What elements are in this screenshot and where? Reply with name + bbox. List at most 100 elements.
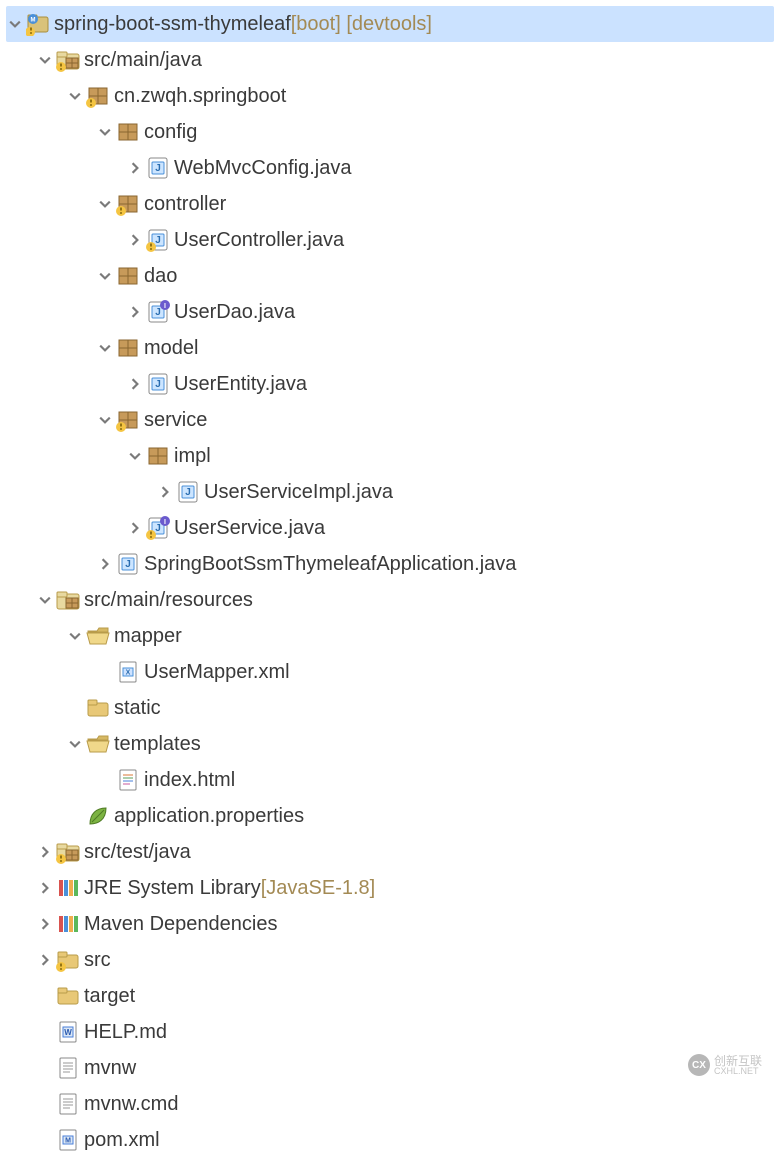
tree-item-folder-target[interactable]: target <box>6 978 774 1014</box>
java-icon: J <box>146 372 170 396</box>
disclosure-arrow-icon[interactable] <box>96 558 114 570</box>
tree-item-label: UserEntity.java <box>174 373 307 396</box>
library-icon <box>56 912 80 936</box>
tree-item-pkg-impl[interactable]: impl <box>6 438 774 474</box>
disclosure-arrow-icon[interactable] <box>126 162 144 174</box>
disclosure-arrow-icon[interactable] <box>6 18 24 30</box>
tree-item-file-webmvc[interactable]: JWebMvcConfig.java <box>6 150 774 186</box>
xml-icon: X <box>116 660 140 684</box>
tree-item-label: controller <box>144 193 226 216</box>
tree-item-label: Maven Dependencies <box>84 913 277 936</box>
disclosure-arrow-icon[interactable] <box>36 846 54 858</box>
tree-item-label: SpringBootSsmThymeleafApplication.java <box>144 553 516 576</box>
java-interface-warn-icon: JI <box>146 516 170 540</box>
tree-item-file-userserviceimpl[interactable]: JUserServiceImpl.java <box>6 474 774 510</box>
disclosure-arrow-icon[interactable] <box>96 414 114 426</box>
tree-item-maven[interactable]: Maven Dependencies <box>6 906 774 942</box>
tree-item-file-mvnw[interactable]: mvnw <box>6 1050 774 1086</box>
disclosure-arrow-icon[interactable] <box>126 234 144 246</box>
disclosure-arrow-icon[interactable] <box>96 126 114 138</box>
disclosure-arrow-icon[interactable] <box>96 270 114 282</box>
disclosure-arrow-icon[interactable] <box>96 342 114 354</box>
tree-item-pkg-root[interactable]: cn.zwqh.springboot <box>6 78 774 114</box>
tree-item-folder-mapper[interactable]: mapper <box>6 618 774 654</box>
disclosure-arrow-icon[interactable] <box>36 594 54 606</box>
text-icon <box>56 1092 80 1116</box>
tree-item-label: src/main/resources <box>84 589 253 612</box>
disclosure-arrow-icon[interactable] <box>96 198 114 210</box>
project-icon: M <box>26 12 50 36</box>
svg-text:J: J <box>155 307 161 318</box>
tree-item-label: UserController.java <box>174 229 344 252</box>
svg-text:I: I <box>164 519 166 526</box>
tree-item-label: target <box>84 985 135 1008</box>
tree-item-file-userdao[interactable]: JI UserDao.java <box>6 294 774 330</box>
tree-item-label: src <box>84 949 111 972</box>
tree-item-file-springbootapp[interactable]: JSpringBootSsmThymeleafApplication.java <box>6 546 774 582</box>
tree-item-file-help[interactable]: WHELP.md <box>6 1014 774 1050</box>
tree-item-src-test-java[interactable]: src/test/java <box>6 834 774 870</box>
disclosure-arrow-icon[interactable] <box>36 882 54 894</box>
package-folder-warn-icon <box>56 48 80 72</box>
tree-item-pkg-controller[interactable]: controller <box>6 186 774 222</box>
tree-item-pkg-dao[interactable]: dao <box>6 258 774 294</box>
disclosure-arrow-icon[interactable] <box>36 918 54 930</box>
disclosure-arrow-icon[interactable] <box>66 90 84 102</box>
tree-item-label: templates <box>114 733 201 756</box>
tree-item-label: cn.zwqh.springboot <box>114 85 286 108</box>
tree-item-file-userservice[interactable]: JIUserService.java <box>6 510 774 546</box>
disclosure-arrow-icon[interactable] <box>36 54 54 66</box>
tree-item-label: mvnw <box>84 1057 136 1080</box>
tree-item-pkg-model[interactable]: model <box>6 330 774 366</box>
tree-item-folder-src[interactable]: src <box>6 942 774 978</box>
tree-item-label: config <box>144 121 197 144</box>
tree-item-label: static <box>114 697 161 720</box>
tree-item-file-index[interactable]: index.html <box>6 762 774 798</box>
package-folder-warn-icon <box>56 840 80 864</box>
project-name: spring-boot-ssm-thymeleaf <box>54 13 291 36</box>
svg-text:X: X <box>126 670 131 677</box>
project-tree: Mspring-boot-ssm-thymeleaf [boot] [devto… <box>0 0 774 1158</box>
word-icon: W <box>56 1020 80 1044</box>
tree-item-pkg-config[interactable]: config <box>6 114 774 150</box>
java-icon: J <box>176 480 200 504</box>
tree-item-label: UserServiceImpl.java <box>204 481 393 504</box>
java-warn-icon: J <box>146 228 170 252</box>
tree-item-file-usercontroller[interactable]: JUserController.java <box>6 222 774 258</box>
disclosure-arrow-icon[interactable] <box>126 306 144 318</box>
tree-item-label: UserDao.java <box>174 301 295 324</box>
watermark: CX 创新互联 CXHL.NET <box>688 1054 762 1076</box>
library-icon <box>56 876 80 900</box>
package-icon <box>116 120 140 144</box>
disclosure-arrow-icon[interactable] <box>126 378 144 390</box>
disclosure-arrow-icon[interactable] <box>66 738 84 750</box>
tree-item-file-userentity[interactable]: JUserEntity.java <box>6 366 774 402</box>
tree-item-src-main-resources[interactable]: src/main/resources <box>6 582 774 618</box>
tree-item-folder-static[interactable]: static <box>6 690 774 726</box>
disclosure-arrow-icon[interactable] <box>36 954 54 966</box>
tree-item-pkg-service[interactable]: service <box>6 402 774 438</box>
tree-item-file-appprops[interactable]: application.properties <box>6 798 774 834</box>
folder-warn-icon <box>56 948 80 972</box>
disclosure-arrow-icon[interactable] <box>126 450 144 462</box>
tree-item-file-usermapper[interactable]: XUserMapper.xml <box>6 654 774 690</box>
disclosure-arrow-icon[interactable] <box>66 630 84 642</box>
tree-item-src-main-java[interactable]: src/main/java <box>6 42 774 78</box>
tree-item-label: UserService.java <box>174 517 325 540</box>
tree-item-file-pom[interactable]: Mpom.xml <box>6 1122 774 1158</box>
svg-text:I: I <box>164 303 166 310</box>
tree-item-annotation: [JavaSE-1.8] <box>261 877 376 900</box>
project-annotation: [boot] [devtools] <box>291 13 432 36</box>
maven-icon: M <box>56 1128 80 1152</box>
tree-item-project-root[interactable]: Mspring-boot-ssm-thymeleaf [boot] [devto… <box>6 6 774 42</box>
watermark-line2: CXHL.NET <box>714 1067 762 1076</box>
tree-item-folder-templates[interactable]: templates <box>6 726 774 762</box>
disclosure-arrow-icon[interactable] <box>156 486 174 498</box>
tree-item-file-mvnwcmd[interactable]: mvnw.cmd <box>6 1086 774 1122</box>
folder-icon <box>86 696 110 720</box>
package-warn-icon <box>116 192 140 216</box>
tree-item-label: src/main/java <box>84 49 202 72</box>
tree-item-jre[interactable]: JRE System Library [JavaSE-1.8] <box>6 870 774 906</box>
disclosure-arrow-icon[interactable] <box>126 522 144 534</box>
package-icon <box>146 444 170 468</box>
